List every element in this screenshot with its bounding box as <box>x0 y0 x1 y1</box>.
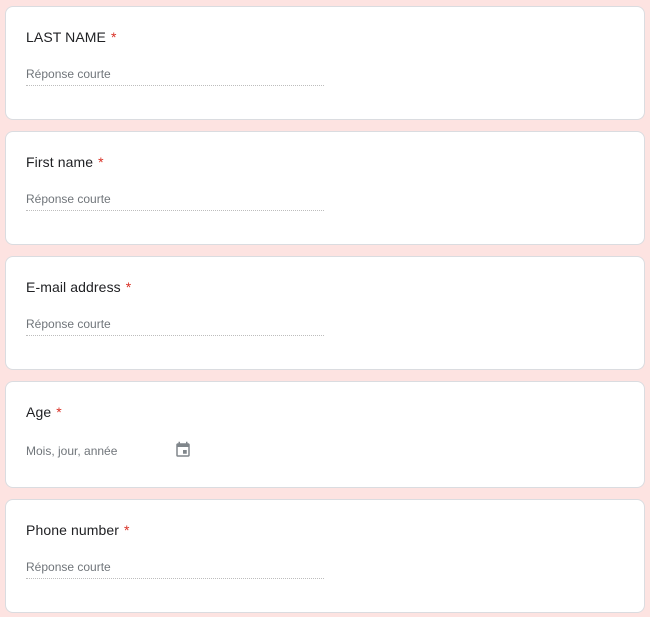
email-input[interactable]: Réponse courte <box>26 309 324 336</box>
required-asterisk: * <box>124 522 130 538</box>
question-title-text: E-mail address <box>26 279 121 295</box>
input-placeholder: Réponse courte <box>26 67 111 81</box>
input-placeholder: Réponse courte <box>26 192 111 206</box>
required-asterisk: * <box>111 29 117 45</box>
question-title: Age * <box>26 404 62 420</box>
question-title-text: Age <box>26 404 52 420</box>
question-title: First name * <box>26 154 104 170</box>
question-card-last-name: LAST NAME * Réponse courte <box>5 6 645 120</box>
last-name-input[interactable]: Réponse courte <box>26 59 324 86</box>
question-card-email: E-mail address * Réponse courte <box>5 256 645 370</box>
question-title-text: First name <box>26 154 94 170</box>
date-placeholder: Mois, jour, année <box>26 444 118 458</box>
question-card-phone: Phone number * Réponse courte <box>5 499 645 613</box>
question-card-age: Age * Mois, jour, année <box>5 381 645 488</box>
question-title: E-mail address * <box>26 279 131 295</box>
question-title-text: LAST NAME <box>26 29 106 45</box>
first-name-input[interactable]: Réponse courte <box>26 184 324 211</box>
required-asterisk: * <box>98 154 104 170</box>
calendar-icon[interactable] <box>174 441 192 459</box>
required-asterisk: * <box>125 279 132 295</box>
input-placeholder: Réponse courte <box>26 560 111 574</box>
age-date-input[interactable]: Mois, jour, année <box>26 434 196 460</box>
question-title: LAST NAME * <box>26 29 117 45</box>
question-card-first-name: First name * Réponse courte <box>5 131 645 245</box>
required-asterisk: * <box>56 404 62 420</box>
input-placeholder: Réponse courte <box>26 317 111 331</box>
question-title-text: Phone number <box>26 522 120 538</box>
question-title: Phone number * <box>26 522 130 538</box>
phone-input[interactable]: Réponse courte <box>26 552 324 579</box>
